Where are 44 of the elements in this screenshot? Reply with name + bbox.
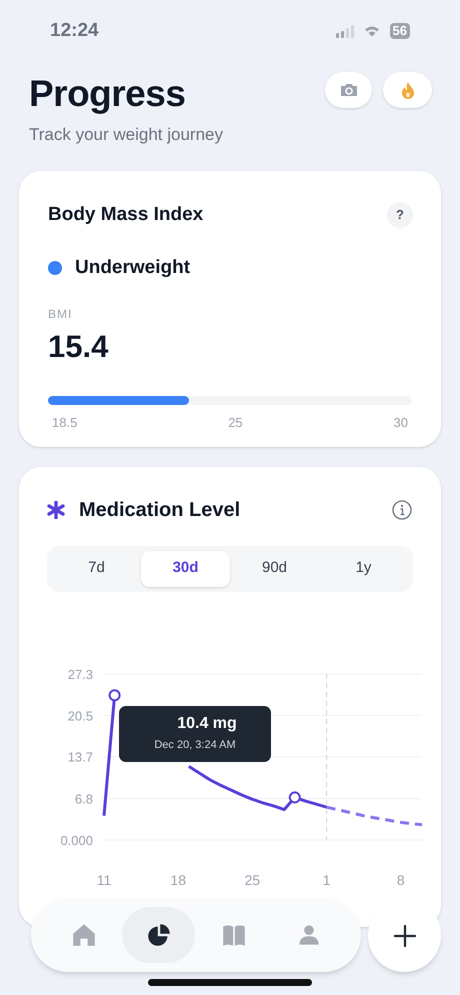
person-icon (296, 923, 320, 947)
x-tick-label: 11 (96, 872, 112, 888)
bmi-category: Underweight (75, 256, 190, 280)
camera-icon (338, 81, 358, 99)
tooltip-value: 10.4 mg (177, 714, 237, 734)
range-tab[interactable]: 1y (319, 550, 408, 586)
status-time: 12:24 (50, 18, 99, 43)
x-tick-label: 25 (244, 872, 260, 888)
scale-label: 25 (228, 414, 243, 432)
x-tick-label: 8 (396, 872, 405, 888)
plus-icon (394, 924, 416, 946)
card-title: Body Mass Index (48, 202, 204, 226)
asterisk-icon (47, 500, 65, 518)
range-tab[interactable]: 30d (141, 550, 230, 586)
bmi-value: 15.4 (48, 328, 110, 364)
dose-marker[interactable] (288, 790, 301, 803)
dose-marker[interactable] (108, 688, 121, 701)
page-subtitle: Track your weight journey (29, 124, 224, 146)
x-tick-label: 18 (170, 872, 186, 888)
wifi-icon (364, 25, 380, 37)
pie-chart-icon (146, 923, 170, 947)
y-tick-label: 27.3 (68, 666, 93, 682)
camera-button[interactable] (325, 72, 372, 108)
card-title: Medication Level (79, 498, 240, 522)
info-icon[interactable] (392, 500, 412, 520)
streak-button[interactable] (383, 72, 432, 108)
range-tab[interactable]: 7d (52, 550, 141, 586)
y-tick-label: 6.8 (74, 791, 93, 806)
bmi-label: BMI (48, 306, 74, 322)
y-tick-label: 20.5 (68, 708, 93, 723)
y-tick-label: 0.000 (60, 832, 93, 848)
help-button[interactable]: ? (387, 202, 413, 228)
flame-icon (400, 82, 414, 98)
book-icon (222, 923, 246, 947)
y-tick-label: 13.7 (68, 749, 93, 764)
page-title: Progress (29, 72, 186, 116)
home-icon (72, 923, 96, 947)
tooltip-date: Dec 20, 3:24 AM (154, 738, 236, 753)
range-tab[interactable]: 90d (230, 550, 319, 586)
battery-level: 56 (390, 23, 410, 39)
signal-icon (336, 24, 354, 38)
scale-label: 30 (394, 414, 408, 432)
x-tick-label: 1 (322, 872, 330, 888)
scale-label: 18.5 (52, 414, 78, 432)
